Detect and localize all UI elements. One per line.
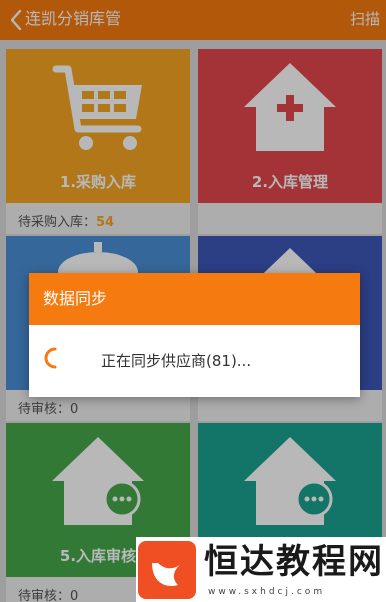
watermark-url: www.sxhdcj.com — [208, 587, 326, 597]
whale-logo-icon — [152, 563, 182, 587]
loading-spinner-icon — [44, 347, 57, 369]
site-watermark: 恒达教程网 www.sxhdcj.com — [136, 537, 386, 602]
watermark-title: 恒达教程网 — [204, 542, 384, 582]
sync-dialog: 数据同步 正在同步供应商(81)... — [29, 273, 360, 397]
dialog-title: 数据同步 — [29, 273, 360, 325]
watermark-logo — [138, 541, 196, 599]
dialog-body: 正在同步供应商(81)... — [29, 325, 360, 397]
sync-status-text: 正在同步供应商(81)... — [101, 352, 252, 370]
